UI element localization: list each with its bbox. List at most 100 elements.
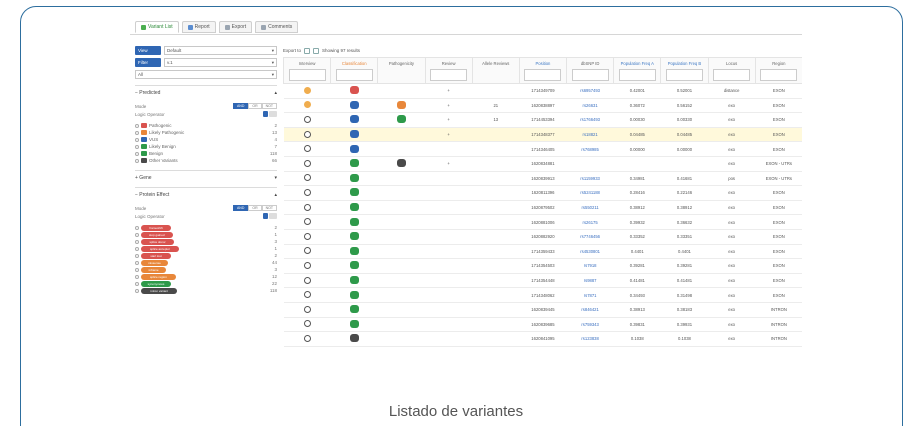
- mode-option[interactable]: OR: [248, 103, 262, 109]
- export-csv-icon[interactable]: [304, 47, 311, 54]
- radio-icon[interactable]: [135, 274, 139, 279]
- review-cell[interactable]: [425, 214, 473, 230]
- review-cell[interactable]: [425, 171, 473, 187]
- dbsnp-link[interactable]: [566, 156, 614, 172]
- review-cell[interactable]: [425, 331, 473, 347]
- classification-badge[interactable]: [349, 334, 359, 343]
- dbsnp-link[interactable]: rs7746456: [566, 229, 614, 245]
- status-icon[interactable]: [303, 320, 311, 328]
- filter-option[interactable]: missense 44: [135, 259, 277, 266]
- dbsnp-link[interactable]: rs6957493: [566, 83, 614, 99]
- dbsnp-link[interactable]: rs7871: [566, 287, 614, 303]
- status-icon[interactable]: [303, 247, 311, 255]
- classification-badge[interactable]: [349, 276, 359, 285]
- dbsnp-link[interactable]: rs1159933: [566, 171, 614, 187]
- radio-icon[interactable]: [135, 232, 139, 237]
- mode-option[interactable]: AND: [232, 103, 249, 109]
- review-cell[interactable]: [425, 185, 473, 201]
- classification-badge[interactable]: [349, 305, 359, 314]
- table-row[interactable]: 1620839913 rs1159933 0.34981 0.41681 pos EXON…: [283, 171, 802, 187]
- dbsnp-link[interactable]: rs5241188: [566, 185, 614, 201]
- column-filter-input[interactable]: [288, 69, 326, 81]
- radio-icon[interactable]: [135, 253, 139, 258]
- classification-badge[interactable]: [349, 188, 359, 197]
- status-icon[interactable]: [303, 291, 311, 299]
- status-icon[interactable]: [303, 232, 311, 240]
- dbsnp-link[interactable]: rs550211: [566, 200, 614, 216]
- radio-icon[interactable]: [135, 137, 139, 142]
- view-button[interactable]: View: [135, 46, 161, 55]
- section-header[interactable]: − Protein Effect ▴: [135, 192, 277, 198]
- classification-badge[interactable]: [349, 217, 359, 226]
- pathogenicity-badge[interactable]: [396, 115, 406, 124]
- table-row[interactable]: +13 1714453394 rs1766493 0.00030 0.00330 exo E…: [283, 112, 802, 128]
- dbsnp-link[interactable]: rs18821: [566, 127, 614, 143]
- table-row[interactable]: 1714359433 rs4530801 0.4401 0.4401 exo EXON: [283, 244, 802, 260]
- radio-icon[interactable]: [135, 151, 139, 156]
- dbsnp-link[interactable]: rs9887: [566, 273, 614, 289]
- status-icon[interactable]: [303, 218, 311, 226]
- chevron-down-icon[interactable]: ▾: [274, 175, 277, 181]
- status-icon[interactable]: [303, 188, 311, 196]
- mode-option[interactable]: NOT: [261, 205, 277, 211]
- logic-off[interactable]: [269, 213, 277, 219]
- export-xls-icon[interactable]: [313, 47, 320, 54]
- review-cell[interactable]: [425, 244, 473, 260]
- mode-option[interactable]: OR: [248, 205, 262, 211]
- logic-toggle[interactable]: [263, 213, 277, 219]
- review-cell[interactable]: [425, 141, 473, 157]
- table-row[interactable]: 1620839445 rs846421 0.38913 0.38183 exo INTRO…: [283, 302, 802, 318]
- review-cell[interactable]: +: [425, 156, 473, 172]
- logic-off[interactable]: [269, 111, 277, 117]
- column-filter-input[interactable]: [713, 69, 751, 81]
- classification-badge[interactable]: [349, 115, 359, 124]
- review-cell[interactable]: +: [425, 127, 473, 143]
- classification-badge[interactable]: [349, 159, 359, 168]
- radio-icon[interactable]: [135, 130, 139, 135]
- dbsnp-link[interactable]: rs123838: [566, 331, 614, 347]
- filter-option[interactable]: start lost 2: [135, 252, 277, 259]
- mode-toggle[interactable]: AND OR NOT: [232, 205, 277, 211]
- classification-badge[interactable]: [349, 100, 359, 109]
- classification-badge[interactable]: [349, 203, 359, 212]
- scope-select[interactable]: All ▾: [135, 70, 277, 79]
- tab-variant-list[interactable]: Variant List: [135, 21, 179, 33]
- dbsnp-link[interactable]: rs1766493: [566, 112, 614, 128]
- section-header[interactable]: + Gene ▾: [135, 175, 277, 181]
- review-cell[interactable]: +: [425, 112, 473, 128]
- column-header[interactable]: Allele Reviews: [471, 57, 520, 84]
- column-header[interactable]: Classification: [330, 57, 379, 84]
- tab-export[interactable]: Export: [218, 21, 253, 33]
- status-icon[interactable]: [303, 174, 311, 182]
- filter-option[interactable]: Pathogenic 2: [135, 122, 277, 129]
- review-cell[interactable]: [425, 258, 473, 274]
- classification-badge[interactable]: [349, 261, 359, 270]
- filter-option[interactable]: Other Variants 66: [135, 157, 277, 164]
- column-filter-input[interactable]: [430, 69, 468, 81]
- classification-badge[interactable]: [349, 173, 359, 182]
- radio-icon[interactable]: [135, 144, 139, 149]
- review-cell[interactable]: [425, 273, 473, 289]
- status-icon[interactable]: [303, 115, 311, 123]
- column-header[interactable]: Interview: [282, 57, 332, 84]
- chevron-up-icon[interactable]: ▴: [274, 192, 277, 198]
- tab-comments[interactable]: Comments: [255, 21, 299, 33]
- table-row[interactable]: 1620879502 rs550211 0.38912 0.38912 exo EXON: [283, 200, 802, 216]
- table-row[interactable]: 1620811396 rs5241188 0.28416 0.22146 exo EXON: [283, 185, 802, 201]
- table-row[interactable]: 1620841095 rs123838 0.1038 0.1038 exo INTRON: [283, 331, 802, 347]
- tab-report[interactable]: Report: [181, 21, 216, 33]
- classification-badge[interactable]: [349, 319, 359, 328]
- warning-icon[interactable]: [303, 86, 311, 94]
- column-filter-input[interactable]: [760, 69, 798, 81]
- filter-option[interactable]: intron variant 118: [135, 287, 277, 294]
- column-header[interactable]: Locus: [707, 57, 756, 84]
- column-header[interactable]: Population Freq A: [613, 57, 662, 84]
- mode-option[interactable]: NOT: [261, 103, 277, 109]
- pathogenicity-badge[interactable]: [396, 159, 406, 168]
- radio-icon[interactable]: [135, 123, 139, 128]
- dbsnp-link[interactable]: rs7918: [566, 258, 614, 274]
- table-row[interactable]: 1620881006 rs26175 0.39932 0.36632 exo EXON: [283, 214, 802, 230]
- status-icon[interactable]: [303, 159, 311, 167]
- dbsnp-link[interactable]: rs26631: [566, 98, 614, 114]
- filter-option[interactable]: splice region 12: [135, 273, 277, 280]
